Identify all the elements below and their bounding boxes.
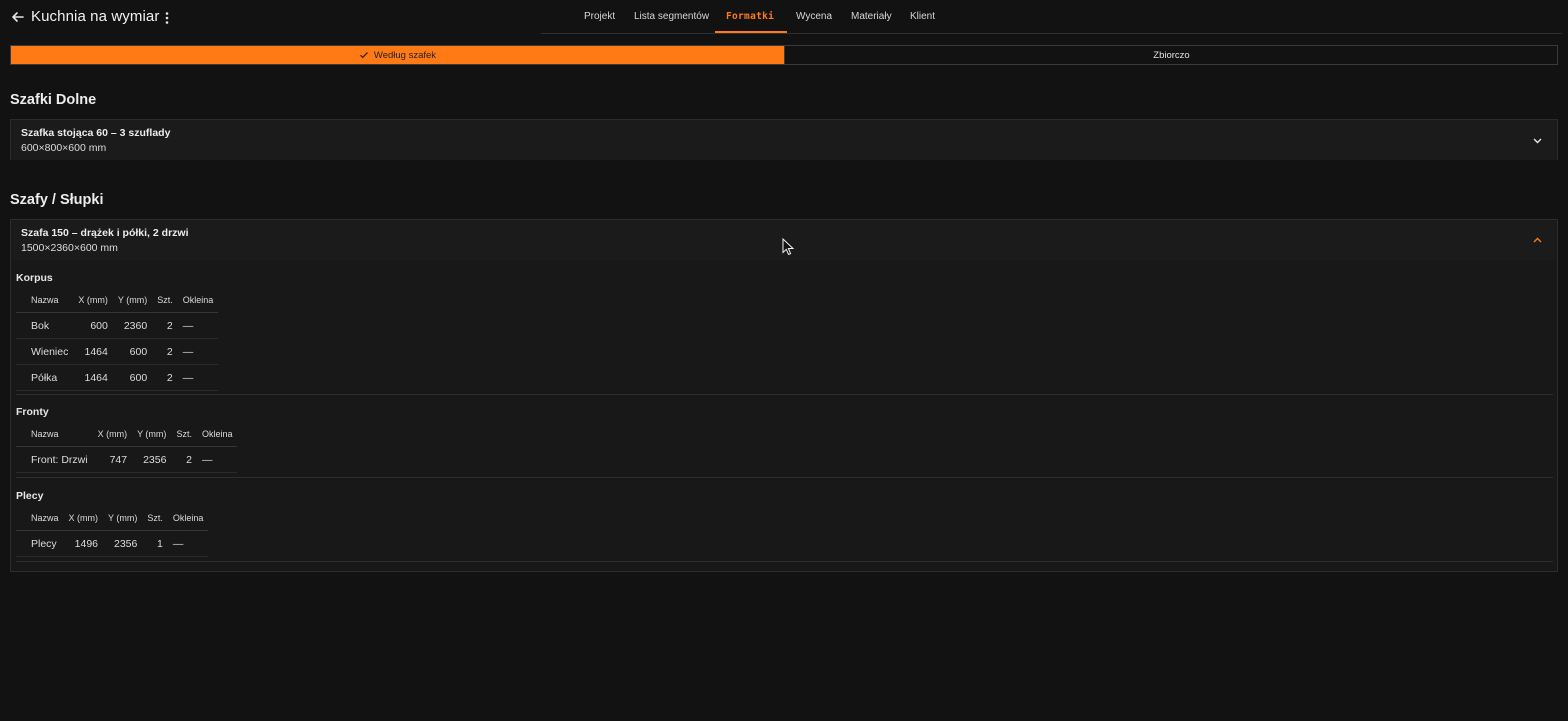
table-row: Front: Drzwi 747 2356 2 — (16, 446, 238, 473)
group-divider (16, 394, 1553, 395)
tab-materialy[interactable]: Materiały (851, 11, 892, 22)
arrow-left-icon[interactable] (10, 9, 26, 25)
cell-qty: 2 (152, 364, 178, 391)
toggle-summary-label: Zbiorczo (1153, 49, 1190, 61)
cell-name: Wieniec (16, 338, 74, 365)
cell-x: 1496 (63, 530, 104, 557)
column-header: X (mm) (92, 422, 133, 447)
table-row: Bok 600 2360 2 — (16, 312, 219, 339)
column-header: X (mm) (73, 288, 113, 313)
parts-table-fronty: Nazwa X (mm) Y (mm) Szt. Okleina Front: … (16, 422, 238, 473)
column-header: Nazwa (16, 506, 64, 531)
cell-name: Półka (16, 364, 74, 391)
cabinet-card: Szafka stojąca 60 – 3 szuflady 600×800×6… (10, 119, 1558, 160)
cell-name: Front: Drzwi (16, 446, 93, 473)
cabinet-card-header[interactable]: Szafka stojąca 60 – 3 szuflady 600×800×6… (11, 120, 1557, 160)
cell-edging: — (196, 446, 238, 473)
table-row: Półka 1464 600 2 — (16, 364, 219, 391)
top-bar: Kuchnia na wymiar Projekt Lista segmentó… (0, 0, 1568, 35)
chevron-down-icon[interactable] (1532, 135, 1543, 146)
cell-name: Bok (16, 312, 74, 339)
section-title-wardrobes: Szafy / Słupki (10, 192, 104, 208)
group-title-fronty: Fronty (16, 406, 49, 418)
cell-y: 600 (112, 338, 153, 365)
column-header: X (mm) (63, 506, 104, 531)
cell-x: 747 (92, 446, 133, 473)
cell-y: 2356 (132, 446, 172, 473)
tab-lista-segmentow[interactable]: Lista segmentów (634, 11, 709, 22)
toggle-by-cabinet-label: Według szafek (373, 49, 437, 61)
mouse-cursor-icon (782, 238, 794, 256)
column-header: Szt. (142, 506, 168, 531)
active-tab-indicator (715, 31, 787, 33)
column-header: Szt. (152, 288, 178, 313)
tab-projekt[interactable]: Projekt (584, 11, 615, 22)
group-title-plecy: Plecy (16, 490, 44, 502)
cell-name: Plecy (16, 530, 64, 557)
column-header: Y (mm) (112, 288, 153, 313)
chevron-up-icon[interactable] (1532, 235, 1543, 246)
column-header: Y (mm) (132, 422, 172, 447)
column-header: Nazwa (16, 288, 74, 313)
column-header: Okleina (196, 422, 238, 447)
cell-qty: 2 (152, 312, 178, 339)
column-header: Nazwa (16, 422, 93, 447)
cell-edging: — (177, 364, 219, 391)
tab-klient[interactable]: Klient (910, 11, 935, 22)
cell-y: 2356 (103, 530, 143, 557)
group-divider (16, 477, 1553, 478)
parts-table-korpus: Nazwa X (mm) Y (mm) Szt. Okleina Bok 600… (16, 288, 219, 391)
more-vertical-icon[interactable] (163, 10, 171, 26)
tab-formatki[interactable]: Formatki (726, 11, 774, 22)
cabinet-name: Szafa 150 – drążek i półki, 2 drzwi (21, 227, 189, 239)
group-divider (16, 561, 1553, 562)
cabinet-card: Szafa 150 – drążek i półki, 2 drzwi 1500… (10, 219, 1558, 572)
cell-y: 600 (112, 364, 153, 391)
page-title: Kuchnia na wymiar (31, 8, 160, 25)
column-header: Y (mm) (103, 506, 143, 531)
cell-x: 1464 (73, 364, 113, 391)
column-header: Szt. (171, 422, 197, 447)
cabinet-name: Szafka stojąca 60 – 3 szuflady (21, 127, 171, 139)
view-toggle: Według szafek Zbiorczo (10, 45, 1558, 65)
group-title-korpus: Korpus (16, 272, 53, 284)
column-header: Okleina (177, 288, 219, 313)
cabinet-dimensions: 600×800×600 mm (21, 142, 107, 154)
cell-qty: 1 (142, 530, 168, 557)
cell-qty: 2 (152, 338, 178, 365)
parts-table-plecy: Nazwa X (mm) Y (mm) Szt. Okleina Plecy 1… (16, 506, 209, 557)
toggle-by-cabinet[interactable]: Według szafek (11, 46, 784, 64)
cell-y: 2360 (112, 312, 153, 339)
cell-qty: 2 (171, 446, 197, 473)
cabinet-dimensions: 1500×2360×600 mm (21, 242, 118, 254)
cell-edging: — (177, 338, 219, 365)
cell-edging: — (177, 312, 219, 339)
cell-x: 1464 (73, 338, 113, 365)
cell-x: 600 (73, 312, 113, 339)
check-icon (359, 52, 368, 59)
table-row: Wieniec 1464 600 2 — (16, 338, 219, 365)
cell-edging: — (167, 530, 209, 557)
toggle-summary[interactable]: Zbiorczo (784, 46, 1558, 64)
section-title-lower-cabinets: Szafki Dolne (10, 92, 97, 108)
tab-wycena[interactable]: Wycena (796, 11, 832, 22)
column-header: Okleina (167, 506, 209, 531)
table-row: Plecy 1496 2356 1 — (16, 530, 209, 557)
